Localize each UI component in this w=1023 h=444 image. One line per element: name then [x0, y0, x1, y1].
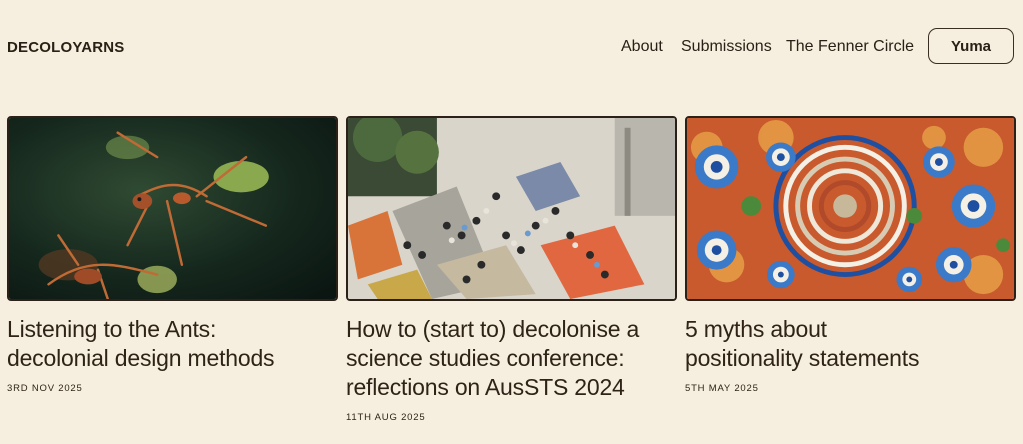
site-header: DECOLOYARNS About Submissions The Fenner… — [0, 0, 1023, 95]
ants-photo-image — [9, 118, 336, 299]
yuma-button[interactable]: Yuma — [928, 28, 1014, 64]
post-title-line: decolonial design methods — [7, 345, 275, 371]
post-thumbnail-dot-painting[interactable] — [685, 116, 1016, 301]
post-thumbnail-ants[interactable] — [7, 116, 338, 301]
post-title[interactable]: How to (start to) decolonise a science s… — [346, 315, 677, 402]
post-thumbnail-conference[interactable] — [346, 116, 677, 301]
post-title-line: Listening to the Ants: — [7, 316, 217, 342]
post-date: 5TH MAY 2025 — [685, 383, 759, 394]
post-date: 11TH AUG 2025 — [346, 412, 426, 423]
post-title[interactable]: Listening to the Ants: decolonial design… — [7, 315, 338, 373]
conference-photo-image — [348, 118, 675, 299]
post-card[interactable]: Listening to the Ants: decolonial design… — [7, 116, 338, 394]
post-card[interactable]: How to (start to) decolonise a science s… — [346, 116, 677, 423]
post-title-line: science studies conference: — [346, 345, 625, 371]
post-date: 3RD NOV 2025 — [7, 383, 83, 394]
nav-fenner-circle-link[interactable]: The Fenner Circle — [786, 38, 914, 56]
dot-painting-image — [687, 118, 1014, 299]
post-title[interactable]: 5 myths about positionality statements — [685, 315, 1016, 373]
nav-about-link[interactable]: About — [621, 38, 663, 56]
nav-submissions-link[interactable]: Submissions — [681, 38, 772, 56]
post-title-line: 5 myths about — [685, 316, 827, 342]
brand-logo-link[interactable]: DECOLOYARNS — [7, 39, 125, 56]
post-title-line: How to (start to) decolonise a — [346, 316, 640, 342]
post-title-line: reflections on AusSTS 2024 — [346, 374, 625, 400]
post-card[interactable]: 5 myths about positionality statements 5… — [685, 116, 1016, 394]
post-title-line: positionality statements — [685, 345, 920, 371]
